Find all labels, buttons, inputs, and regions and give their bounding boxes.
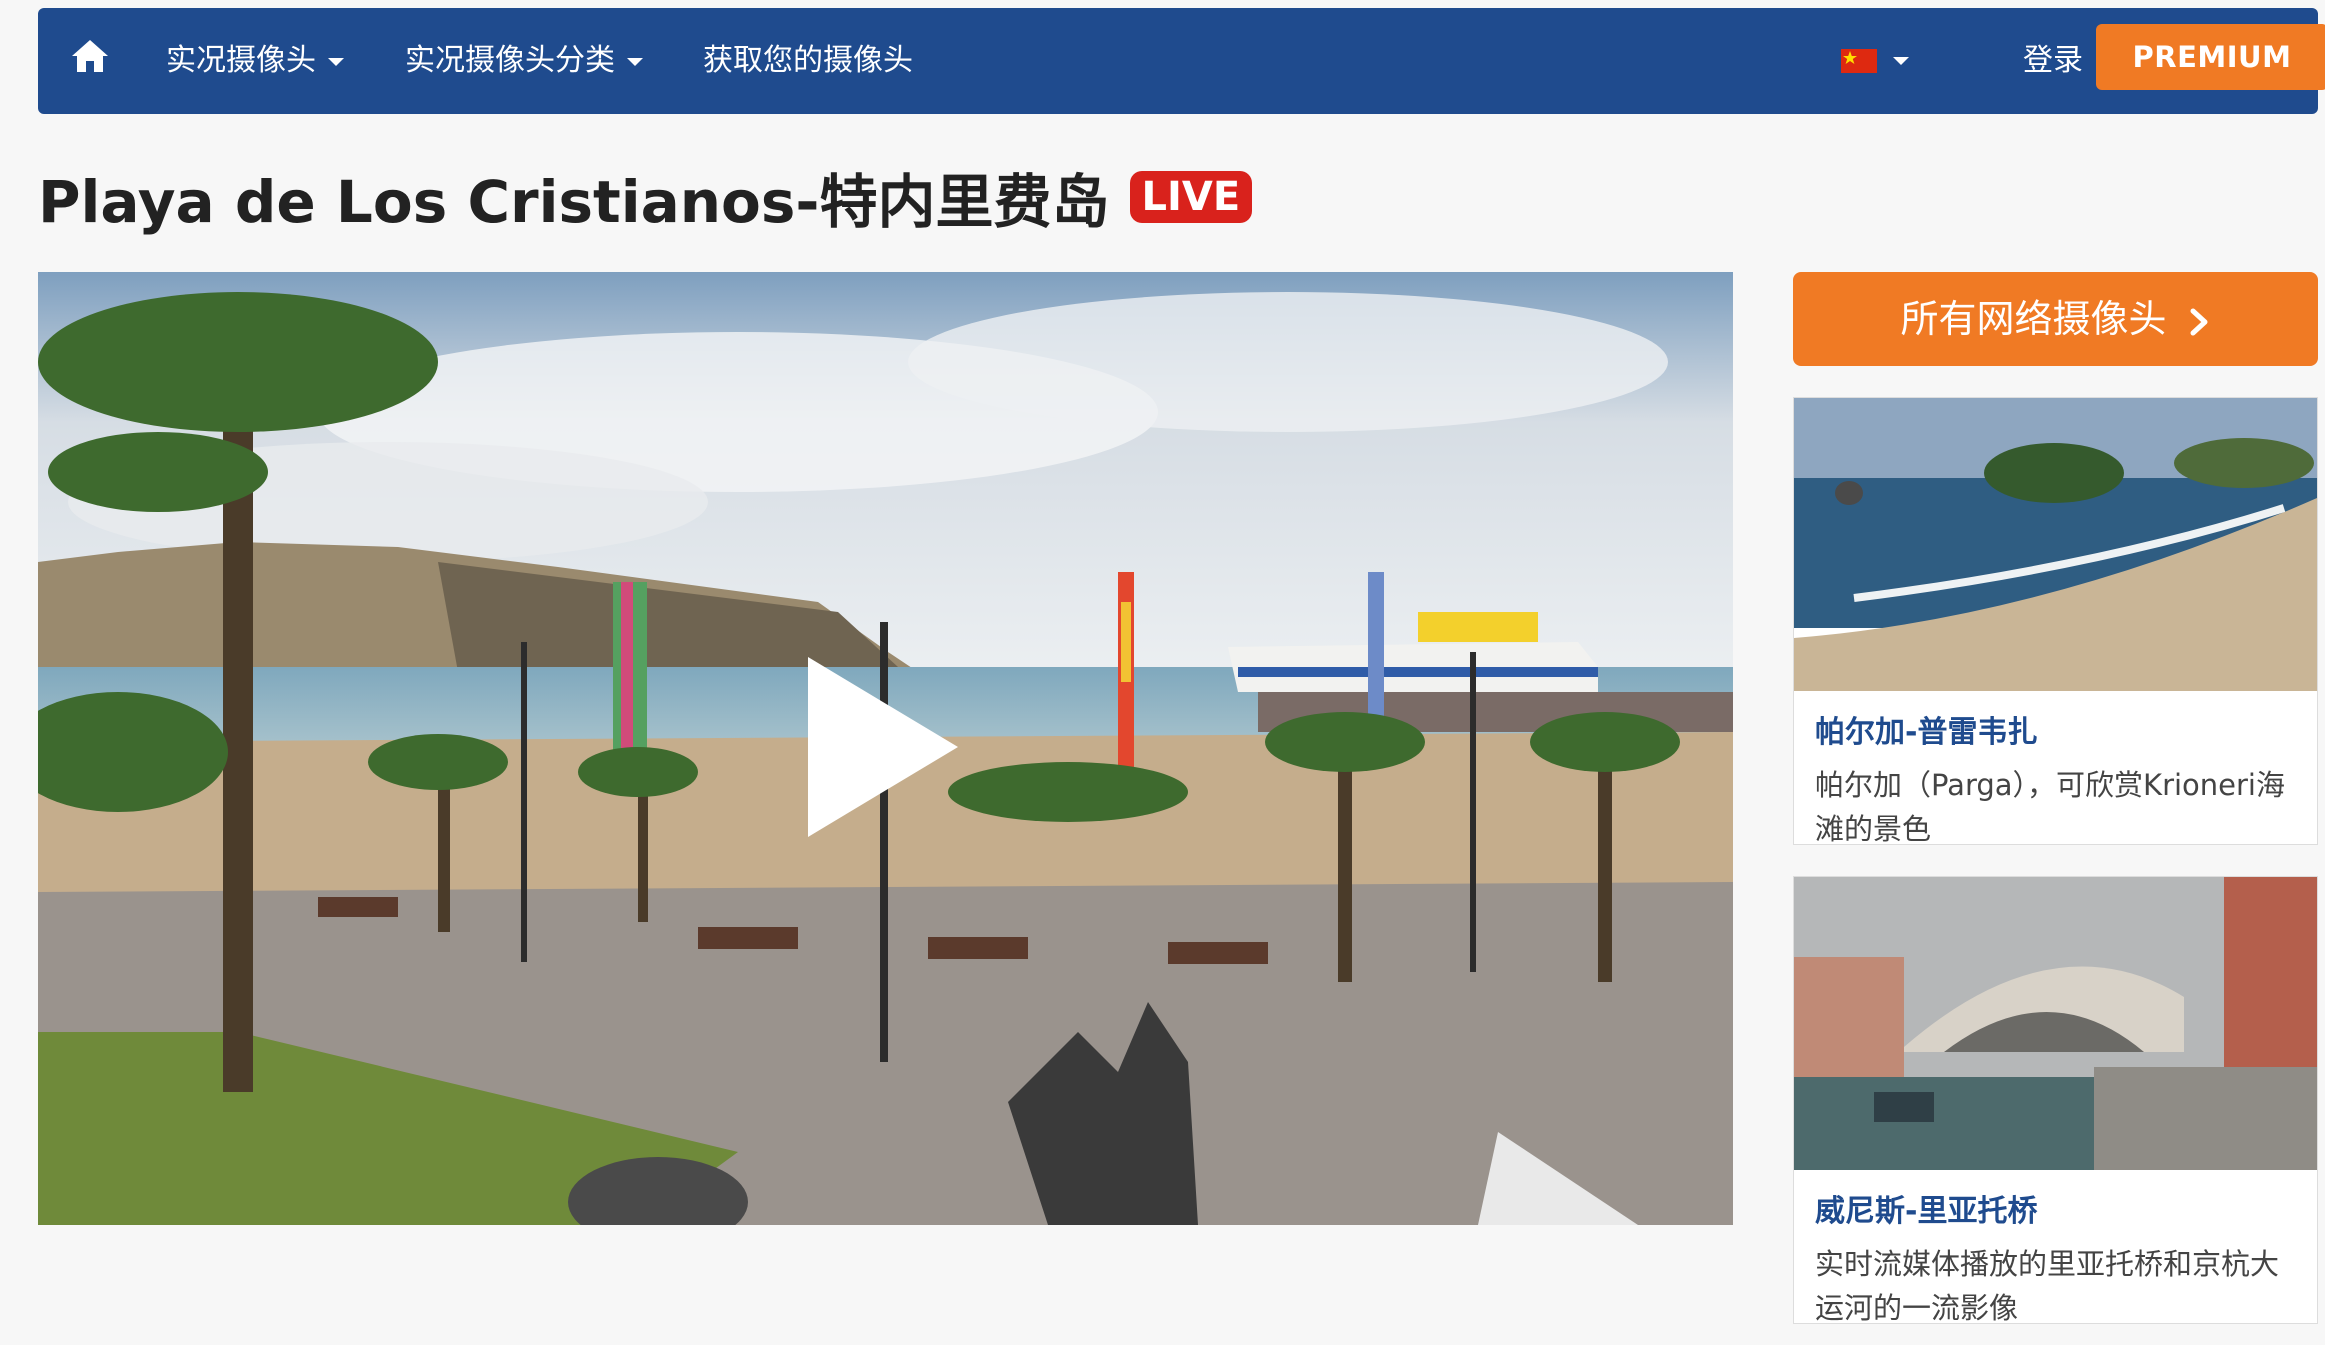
page-title-text: Playa de Los Cristianos-特内里费岛 [38,168,1110,236]
video-player[interactable] [38,272,1733,1225]
webcam-card[interactable]: 帕尔加-普雷韦扎 帕尔加（Parga），可欣赏Krioneri海滩的景色 [1793,397,2318,846]
premium-button[interactable]: PREMIUM [2096,24,2325,90]
chevron-down-icon [1893,57,1909,65]
webcam-thumbnail-venice [1794,877,2317,1170]
login-link[interactable]: 登录 [2023,8,2083,114]
webcam-card[interactable]: 威尼斯-里亚托桥 实时流媒体播放的里亚托桥和京杭大运河的一流影像 [1793,876,2318,1325]
card-description: 帕尔加（Parga），可欣赏Krioneri海滩的景色 [1815,768,2285,846]
nav-categories-dropdown[interactable]: 实况摄像头分类 [405,8,643,114]
all-webcams-label: 所有网络摄像头 [1900,297,2167,341]
china-flag-icon [1841,49,1877,73]
webcam-thumbnail-parga [1794,398,2317,691]
all-webcams-button[interactable]: 所有网络摄像头 [1793,272,2318,366]
card-description: 实时流媒体播放的里亚托桥和京杭大运河的一流影像 [1815,1247,2280,1325]
top-navbar: 实况摄像头 实况摄像头分类 获取您的摄像头 登录 PREMIUM [38,8,2325,114]
chevron-right-icon [2190,308,2208,335]
play-icon[interactable] [808,657,998,837]
nav-live-cams-label: 实况摄像头 [166,43,316,78]
language-selector[interactable] [1841,8,1909,114]
live-badge: LIVE [1129,171,1253,223]
card-title[interactable]: 帕尔加-普雷韦扎 [1815,707,2317,751]
chevron-down-icon [627,57,643,66]
nav-categories-label: 实况摄像头分类 [405,43,615,78]
chevron-down-icon [328,57,344,66]
nav-get-your-cam-link[interactable]: 获取您的摄像头 [703,8,913,114]
card-title[interactable]: 威尼斯-里亚托桥 [1815,1186,2317,1230]
page-title: Playa de Los Cristianos-特内里费岛 LIVE [38,162,1253,236]
home-icon[interactable] [70,38,116,84]
nav-live-cams-dropdown[interactable]: 实况摄像头 [166,8,344,114]
